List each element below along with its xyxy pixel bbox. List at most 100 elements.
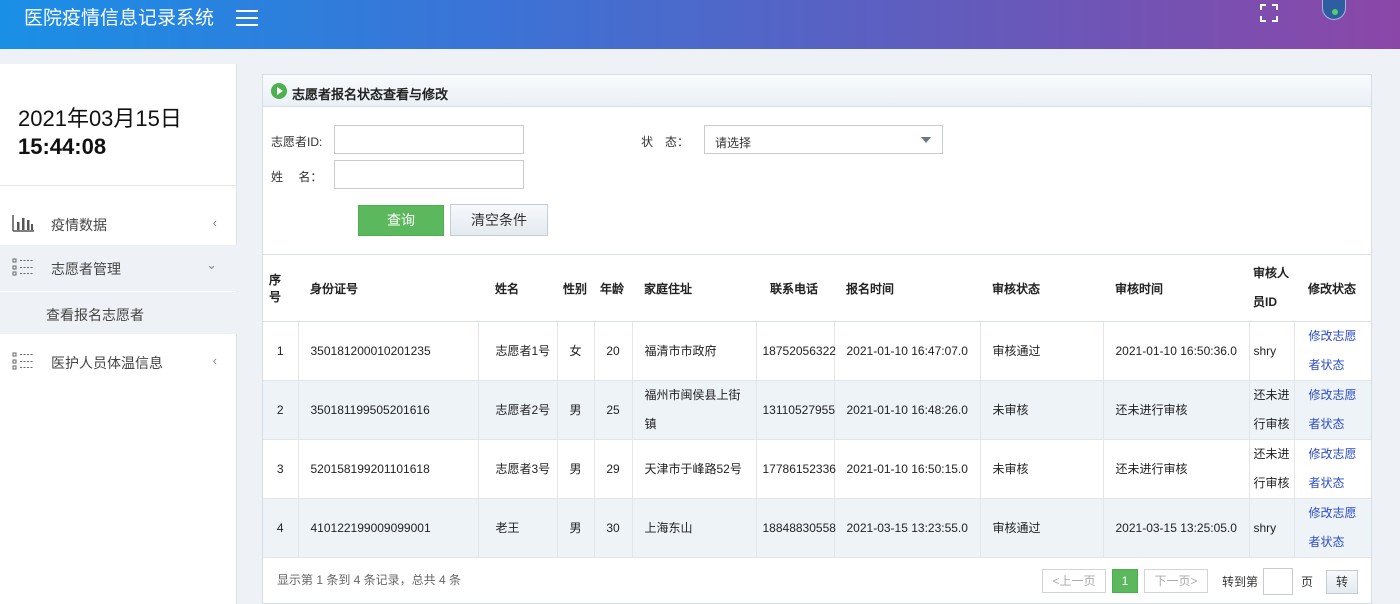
column-header: 性别 <box>557 254 594 322</box>
hamburger-menu-icon[interactable] <box>236 10 258 28</box>
list-icon <box>12 258 33 276</box>
volunteer-id-label: 志愿者ID: <box>271 135 323 149</box>
review-time-cell: 还未进行审核 <box>1103 439 1250 499</box>
app-title: 医院疫情信息记录系统 <box>24 8 215 29</box>
review-status-cell: 审核通过 <box>980 498 1104 558</box>
column-header: 年龄 <box>594 254 632 322</box>
row-number-cell: 3 <box>263 439 299 499</box>
modify-status-cell: 修改志愿者状态 <box>1294 380 1371 440</box>
row-number-cell: 1 <box>263 321 299 381</box>
column-header: 报名时间 <box>834 254 980 322</box>
modify-volunteer-status-link[interactable]: 修改志愿者状态 <box>1309 447 1357 490</box>
modify-volunteer-status-link[interactable]: 修改志愿者状态 <box>1309 329 1357 372</box>
column-header: 审核时间 <box>1103 254 1249 322</box>
home-address-cell: 天津市于峰路52号 <box>632 439 757 499</box>
reviewer-id-cell: shry <box>1249 498 1295 558</box>
review-status-cell: 未审核 <box>980 439 1104 499</box>
name-label: 姓 名： <box>271 170 323 184</box>
dropdown-arrow-icon <box>921 137 931 143</box>
column-header: 联系电话 <box>756 254 834 322</box>
next-page-button[interactable]: 下一页> <box>1144 569 1208 593</box>
home-address-cell: 上海东山 <box>632 498 757 558</box>
signup-time-cell: 2021-01-10 16:48:26.0 <box>834 380 981 440</box>
modify-volunteer-status-link[interactable]: 修改志愿者状态 <box>1309 388 1357 431</box>
signup-time-cell: 2021-01-10 16:50:15.0 <box>834 439 981 499</box>
column-header: 审核人员ID <box>1249 254 1294 322</box>
goto-page-input[interactable] <box>1263 568 1293 595</box>
modify-status-cell: 修改志愿者状态 <box>1294 439 1371 499</box>
sidebar-item-epidemic-data[interactable]: 疫情数据 ‹ <box>0 201 237 247</box>
column-header: 序号 <box>263 254 298 322</box>
page-1-button[interactable]: 1 <box>1112 569 1138 593</box>
age-cell: 30 <box>594 498 633 558</box>
home-address-cell: 福州市闽侯县上街镇 <box>632 380 757 440</box>
volunteer-name-cell: 志愿者3号 <box>478 439 558 499</box>
chevron-left-icon: ‹ <box>212 215 217 230</box>
sidebar-item-label: 志愿者管理 <box>51 261 121 277</box>
volunteer-name-cell: 老王 <box>478 498 558 558</box>
clock-date: 2021年03月15日 <box>18 106 182 131</box>
review-status-cell: 审核通过 <box>980 321 1104 381</box>
gender-cell: 男 <box>557 498 595 558</box>
go-to-page-button[interactable]: 转 <box>1326 570 1358 594</box>
gender-cell: 女 <box>557 321 595 381</box>
column-header: 身份证号 <box>298 254 478 322</box>
main-panel: 志愿者报名状态查看与修改 志愿者ID: 姓 名： 状 态： 请选择 查询 清空条… <box>262 74 1372 604</box>
chevron-down-icon: ⌄ <box>206 257 217 272</box>
sidebar-item-staff-temperature[interactable]: 医护人员体温信息 ‹ <box>0 339 237 385</box>
table-header: 序号 身份证号 姓名 性别 年龄 家庭住址 联系电话 报名时间 审核状态 审核时… <box>263 254 1371 322</box>
modify-volunteer-status-link[interactable]: 修改志愿者状态 <box>1309 506 1357 549</box>
gender-cell: 男 <box>557 380 595 440</box>
volunteer-name-cell: 志愿者1号 <box>478 321 558 381</box>
column-header: 审核状态 <box>980 254 1103 322</box>
id-number-cell: 520158199201101618 <box>298 439 479 499</box>
table-row: 1 350181200010201235 志愿者1号女 20 福清市市政府 1875205… <box>263 321 1371 381</box>
id-number-cell: 410122199009099001 <box>298 498 479 558</box>
review-status-cell: 未审核 <box>980 380 1104 440</box>
status-label: 状 态： <box>641 135 690 149</box>
table-row: 3 520158199201101618 志愿者3号男 29 天津市于峰路52号 1778… <box>263 439 1371 499</box>
id-number-cell: 350181199505201616 <box>298 380 479 440</box>
volunteer-table: 序号 身份证号 姓名 性别 年龄 家庭住址 联系电话 报名时间 审核状态 审核时… <box>263 254 1371 558</box>
review-time-cell: 2021-01-10 16:50:36.0 <box>1103 321 1250 381</box>
goto-label: 转到第 <box>1222 575 1259 589</box>
row-number-cell: 2 <box>263 380 299 440</box>
status-select[interactable]: 请选择 <box>704 125 943 154</box>
table-body: 1 350181200010201235 志愿者1号女 20 福清市市政府 1875205… <box>263 321 1371 558</box>
modify-status-cell: 修改志愿者状态 <box>1294 321 1371 381</box>
name-input[interactable] <box>334 160 524 189</box>
sidebar-divider <box>0 185 237 186</box>
age-cell: 25 <box>594 380 633 440</box>
query-button[interactable]: 查询 <box>358 205 444 236</box>
clock-time: 15:44:08 <box>18 134 107 159</box>
page-unit-label: 页 <box>1301 575 1314 589</box>
sidebar-item-label: 医护人员体温信息 <box>51 355 163 371</box>
fullscreen-icon[interactable] <box>1260 4 1278 22</box>
reviewer-id-cell: 还未进行审核 <box>1249 380 1295 440</box>
clock: 2021年03月15日 15:44:08 <box>18 101 182 160</box>
table-row: 2 350181199505201616 志愿者2号男 25 福州市闽侯县上街镇 1311… <box>263 380 1371 440</box>
volunteer-name-cell: 志愿者2号 <box>478 380 558 440</box>
age-cell: 20 <box>594 321 633 381</box>
sidebar-subitem-view-volunteers[interactable]: 查看报名志愿者 <box>0 292 237 334</box>
review-time-cell: 2021-03-15 13:25:05.0 <box>1103 498 1250 558</box>
signup-time-cell: 2021-01-10 16:47:07.0 <box>834 321 981 381</box>
pagination-info: 显示第 1 条到 4 条记录，总共 4 条 <box>277 573 462 587</box>
sidebar-item-volunteer-management[interactable]: 志愿者管理 ⌄ <box>0 245 237 291</box>
phone-cell: 18848830558 <box>756 498 836 558</box>
panel-header: 志愿者报名状态查看与修改 <box>263 75 1371 107</box>
sidebar-item-label: 疫情数据 <box>51 217 107 233</box>
signup-time-cell: 2021-03-15 13:23:55.0 <box>834 498 981 558</box>
reviewer-id-cell: shry <box>1249 321 1295 381</box>
prev-page-button[interactable]: <上一页 <box>1042 569 1106 593</box>
avatar[interactable] <box>1322 0 1346 20</box>
review-time-cell: 还未进行审核 <box>1103 380 1250 440</box>
phone-cell: 13110527955 <box>756 380 835 440</box>
clear-conditions-button[interactable]: 清空条件 <box>450 204 548 236</box>
chevron-left-icon: ‹ <box>212 353 217 368</box>
bar-chart-icon <box>12 215 34 232</box>
table-row: 4 410122199009099001 老王男 30 上海东山 18848830558 2… <box>263 498 1371 558</box>
volunteer-id-input[interactable] <box>334 125 524 154</box>
sidebar: 2021年03月15日 15:44:08 疫情数据 ‹ 志愿者管理 ⌄ 查看报名… <box>0 64 237 604</box>
gender-cell: 男 <box>557 439 595 499</box>
